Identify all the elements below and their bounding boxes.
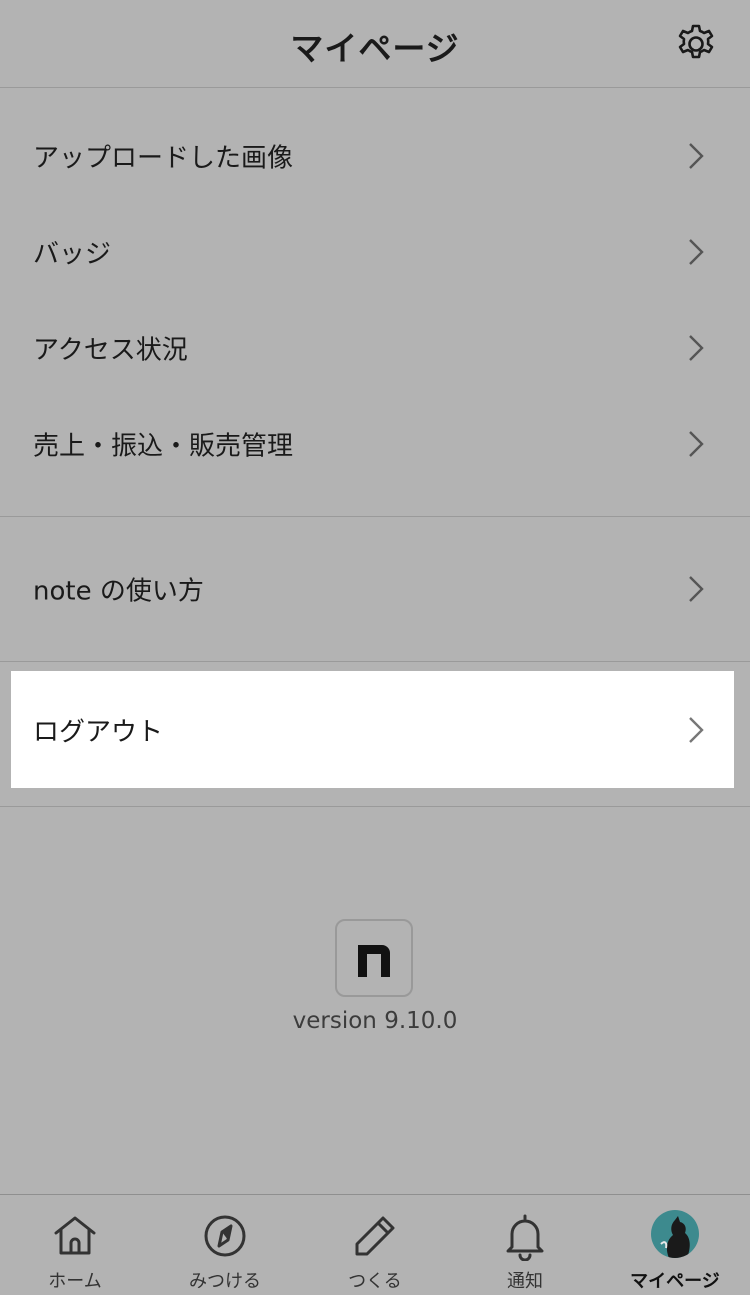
tab-label: マイページ	[630, 1271, 720, 1292]
chevron-right-icon	[689, 716, 704, 743]
menu-item-access-status[interactable]: アクセス状況	[0, 300, 750, 396]
chevron-right-icon	[689, 431, 704, 457]
pencil-icon	[355, 1216, 395, 1256]
tab-notifications[interactable]: 通知	[450, 1195, 600, 1295]
tab-mypage[interactable]: マイページ	[600, 1195, 750, 1295]
avatar-image	[651, 1210, 699, 1258]
version-text: version 9.10.0	[292, 1008, 458, 1034]
tab-label: みつける	[189, 1271, 261, 1292]
menu-item-label: アクセス状況	[33, 335, 188, 366]
section-divider	[0, 516, 750, 517]
tab-label: 通知	[507, 1271, 543, 1292]
menu-item-label: 売上・振込・販売管理	[33, 431, 294, 462]
menu-item-label: note の使い方	[33, 576, 204, 607]
menu-item-label: バッジ	[33, 239, 112, 270]
tab-create[interactable]: つくる	[300, 1195, 450, 1295]
chevron-right-icon	[689, 239, 704, 265]
tab-bar: ホーム みつける つくる 通知 マイページ	[0, 1194, 750, 1294]
logout-button[interactable]: ログアウト	[11, 671, 734, 788]
menu-item-badges[interactable]: バッジ	[0, 204, 750, 300]
chevron-right-icon	[689, 143, 704, 169]
header: マイページ	[0, 0, 750, 88]
chevron-right-icon	[689, 335, 704, 361]
logout-label: ログアウト	[33, 717, 164, 747]
tab-home[interactable]: ホーム	[0, 1195, 150, 1295]
menu-item-sales-management[interactable]: 売上・振込・販売管理	[0, 396, 750, 492]
compass-icon	[204, 1215, 246, 1257]
tab-label: つくる	[348, 1271, 402, 1292]
tab-discover[interactable]: みつける	[150, 1195, 300, 1295]
home-icon	[54, 1216, 96, 1255]
section-divider	[0, 661, 750, 662]
note-logo-icon	[358, 945, 390, 977]
menu-item-how-to-use[interactable]: note の使い方	[0, 541, 750, 637]
bell-icon	[506, 1214, 544, 1261]
avatar	[651, 1210, 699, 1258]
app-logo	[335, 919, 413, 997]
page-title: マイページ	[290, 29, 460, 68]
gear-icon[interactable]	[674, 22, 718, 66]
chevron-right-icon	[689, 576, 704, 602]
menu-item-label: アップロードした画像	[33, 143, 294, 174]
tab-label: ホーム	[48, 1271, 102, 1292]
menu-item-uploaded-images[interactable]: アップロードした画像	[0, 108, 750, 204]
section-divider	[0, 806, 750, 807]
